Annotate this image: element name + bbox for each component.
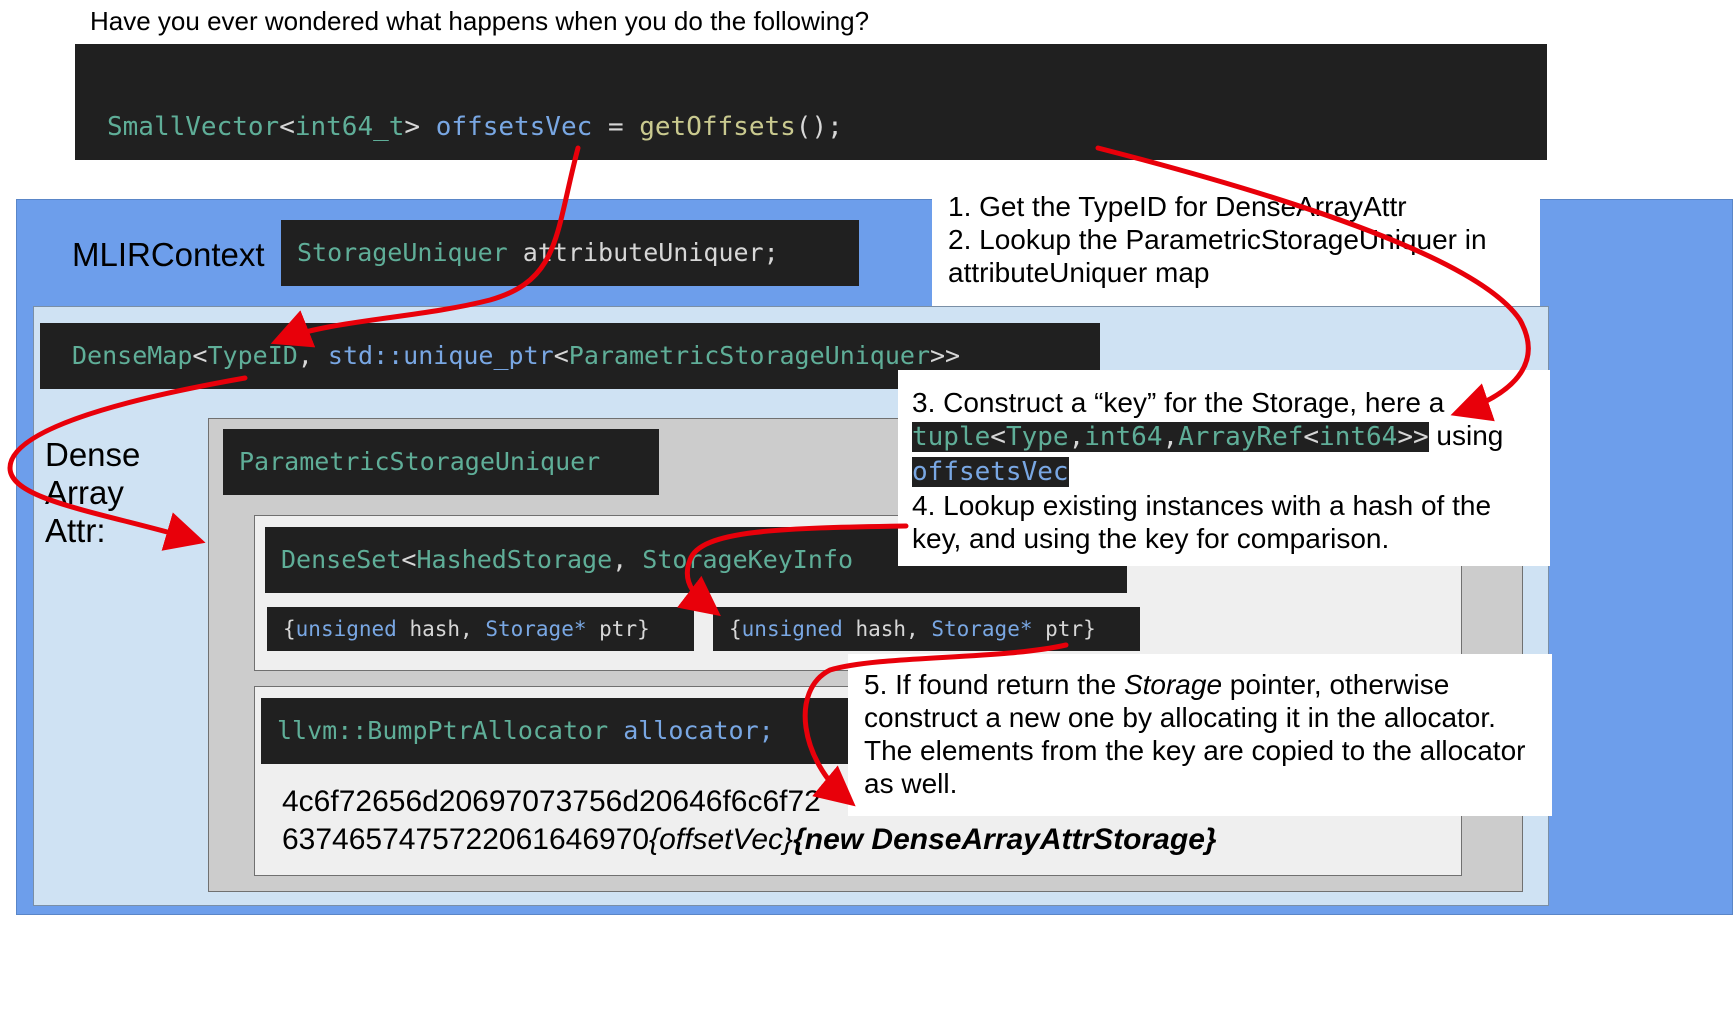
hashed-storage-entry-2: {unsigned hash, Storage* ptr} [713, 607, 1140, 651]
psu-label: ParametricStorageUniquer [223, 429, 659, 495]
label-line-2: Array [45, 474, 124, 511]
note-step-3: 3. Construct a “key” for the Storage, he… [912, 387, 1445, 418]
hex-line-2: 6374657475722061646970{offsetVec}{new De… [282, 823, 1217, 856]
note-step-5-line-1: 5. If found return the Storage pointer, … [864, 669, 1450, 700]
note-step-3-var: offsetsVec [912, 457, 1069, 487]
code-line-1: SmallVector<int64_t> offsetsVec = getOff… [107, 112, 843, 142]
note-step-5-line-2: construct a new one by allocating it in … [864, 702, 1496, 733]
note-step-3-key: tuple<Type,int64,ArrayRef<int64>> using [912, 420, 1504, 452]
note-step-2-cont: attributeUniquer map [948, 257, 1210, 288]
top-code-block: SmallVector<int64_t> offsetsVec = getOff… [75, 44, 1547, 242]
note-step-2: 2. Lookup the ParametricStorageUniquer i… [948, 224, 1487, 255]
allocator-decl: llvm::BumpPtrAllocator allocator; [261, 698, 859, 764]
note-step-5: 5. If found return the Storage pointer, … [848, 654, 1552, 816]
intro-text: Have you ever wondered what happens when… [90, 6, 870, 36]
note-step-5-line-4: as well. [864, 768, 958, 799]
hashed-storage-entry-1: {unsigned hash, Storage* ptr} [267, 607, 694, 651]
mlir-context-label: MLIRContext [72, 236, 265, 273]
note-step-4-cont: key, and using the key for comparison. [912, 523, 1390, 554]
label-line-3: Attr: [45, 512, 106, 549]
attribute-uniquer-member: StorageUniquer attributeUniquer; [281, 220, 859, 286]
note-step-5-line-3: The elements from the key are copied to … [864, 735, 1526, 766]
note-steps-3-4: 3. Construct a “key” for the Storage, he… [898, 370, 1550, 566]
note-steps-1-2: 1. Get the TypeID for DenseArrayAttr 2. … [932, 186, 1540, 306]
dense-array-attr-label: Dense Array Attr: [45, 436, 140, 550]
note-step-1: 1. Get the TypeID for DenseArrayAttr [948, 191, 1407, 222]
note-step-4: 4. Lookup existing instances with a hash… [912, 490, 1492, 521]
label-line-1: Dense [45, 436, 141, 473]
